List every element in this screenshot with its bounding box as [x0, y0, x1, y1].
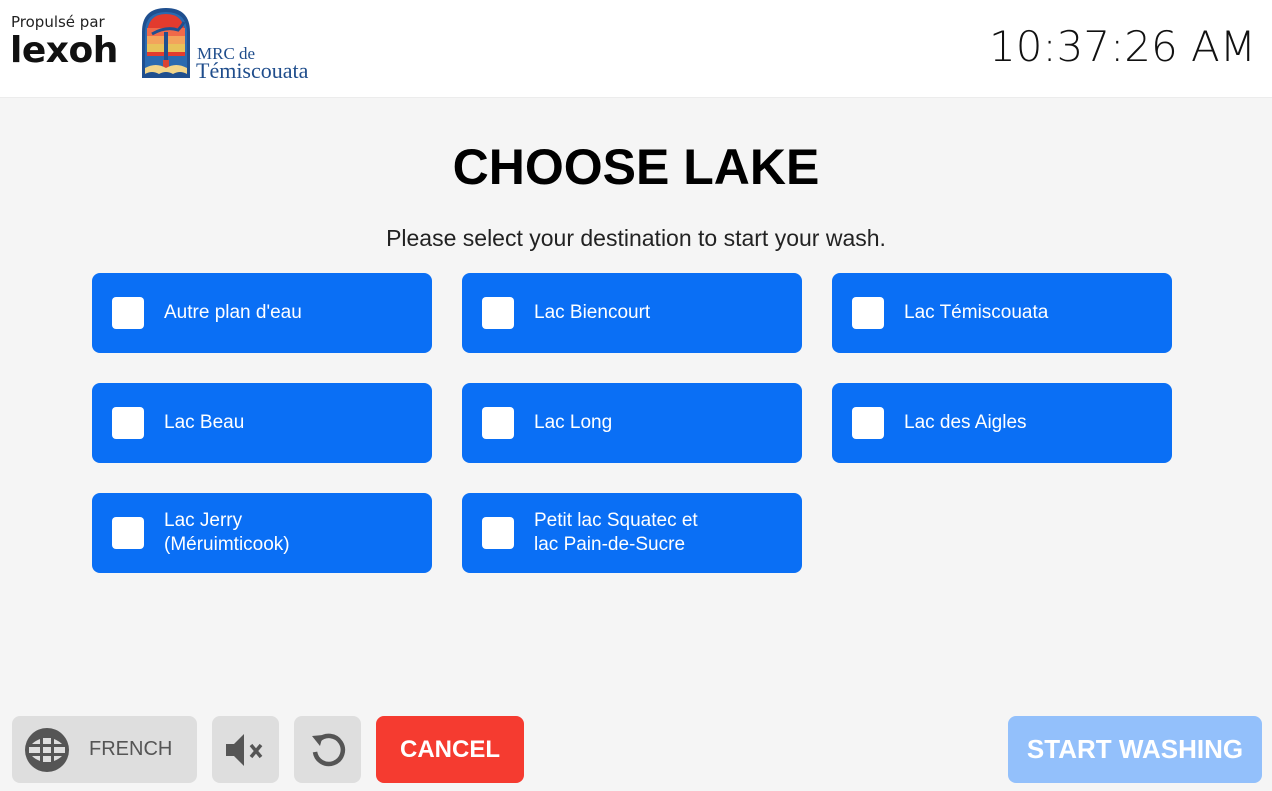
lake-option[interactable]: Autre plan d'eau: [92, 273, 432, 353]
lake-option[interactable]: Lac Biencourt: [462, 273, 802, 353]
speaker-muted-icon: [225, 733, 262, 766]
checkbox[interactable]: [852, 407, 884, 439]
start-washing-button[interactable]: START WASHING: [1008, 716, 1262, 783]
language-button[interactable]: FRENCH: [12, 716, 197, 783]
reset-button[interactable]: [294, 716, 361, 783]
checkbox[interactable]: [112, 407, 144, 439]
lake-option-label: Autre plan d'eau: [164, 302, 302, 323]
mute-button[interactable]: [212, 716, 279, 783]
checkbox[interactable]: [852, 297, 884, 329]
lake-option-label: Lac Long: [534, 412, 613, 433]
globe-icon: [25, 727, 69, 772]
lake-option-label: Lac des Aigles: [904, 412, 1027, 433]
checkbox[interactable]: [482, 517, 514, 549]
lake-option-label: Lac Biencourt: [534, 302, 651, 323]
lake-option[interactable]: Petit lac Squatec et lac Pain-de-Sucre: [462, 493, 802, 573]
refresh-icon: [311, 733, 345, 766]
lake-option[interactable]: Lac Long: [462, 383, 802, 463]
clock: 10:37:26 AM: [989, 22, 1256, 71]
lake-option[interactable]: Lac Témiscouata: [832, 273, 1172, 353]
cancel-button[interactable]: CANCEL: [376, 716, 524, 783]
lake-option[interactable]: Lac Jerry (Méruimticook): [92, 493, 432, 573]
lake-option[interactable]: Lac des Aigles: [832, 383, 1172, 463]
checkbox[interactable]: [112, 517, 144, 549]
org-name-line2: Témiscouata: [196, 58, 309, 83]
checkbox[interactable]: [112, 297, 144, 329]
lake-option[interactable]: Lac Beau: [92, 383, 432, 463]
lake-option-label: Lac Beau: [164, 412, 245, 433]
checkbox[interactable]: [482, 407, 514, 439]
checkbox[interactable]: [482, 297, 514, 329]
powered-by-label: Propulsé par: [11, 13, 105, 31]
lake-option-label: Lac Jerry (Méruimticook): [164, 510, 290, 555]
lake-option-label: Petit lac Squatec et lac Pain-de-Sucre: [534, 510, 698, 555]
language-label: FRENCH: [89, 738, 173, 760]
mrc-crest-logo: [142, 8, 190, 78]
page-subtitle: Please select your destination to start …: [386, 225, 886, 251]
lake-option-label: Lac Témiscouata: [904, 302, 1049, 323]
page-title: CHOOSE LAKE: [452, 139, 820, 195]
lexoh-logo: lexoh: [10, 30, 118, 71]
header: Propulsé par lexoh MRC de Témiscouata 10…: [0, 0, 1272, 98]
